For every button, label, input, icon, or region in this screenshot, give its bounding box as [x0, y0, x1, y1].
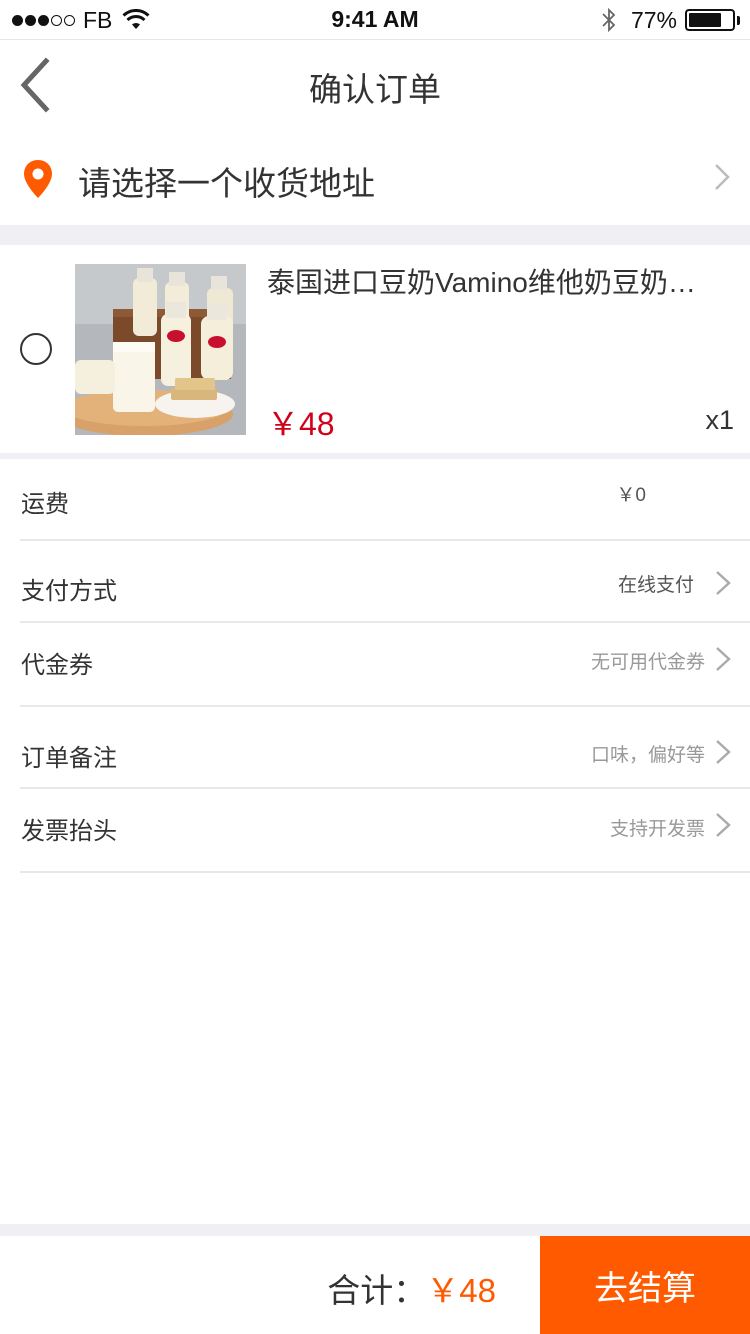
order-remark-row[interactable]: 订单备注 口味，偏好等	[0, 707, 750, 787]
total-label: 合计：	[327, 1272, 427, 1309]
battery-icon	[685, 9, 735, 31]
battery-nub	[737, 15, 740, 25]
battery-fill	[689, 13, 721, 27]
payment-method-row[interactable]: 支付方式 在线支付	[0, 541, 750, 621]
product-price: ￥48	[267, 406, 335, 442]
divider	[20, 871, 750, 873]
chevron-right-icon	[716, 813, 731, 837]
invoice-title-value: 支持开发票	[609, 819, 705, 840]
address-placeholder: 请选择一个收货地址	[78, 165, 375, 202]
location-pin-icon	[24, 160, 52, 198]
order-total: 合计：￥48	[327, 1264, 496, 1312]
chevron-right-icon	[716, 740, 731, 764]
chevron-right-icon	[715, 164, 730, 190]
total-amount: ￥48	[426, 1272, 496, 1309]
page-title: 确认订单	[309, 71, 441, 108]
invoice-title-label: 发票抬头	[21, 818, 117, 845]
coupon-label: 代金券	[21, 652, 93, 679]
address-selector[interactable]: 请选择一个收货地址	[0, 129, 750, 225]
status-right: 77%	[601, 6, 740, 34]
bluetooth-icon	[602, 8, 616, 32]
coupon-value: 无可用代金券	[590, 652, 705, 673]
nav-bar: 确认订单	[0, 41, 750, 129]
payment-method-value: 在线支付	[617, 575, 694, 596]
section-gap	[0, 453, 750, 459]
product-name[interactable]: 泰国进口豆奶Vamino维他奶豆奶…	[267, 261, 727, 301]
product-photo-illustration	[75, 264, 246, 435]
invoice-title-row[interactable]: 发票抬头 支持开发票	[0, 789, 750, 871]
coupon-row[interactable]: 代金券 无可用代金券	[0, 623, 750, 705]
chevron-right-icon	[716, 571, 731, 595]
item-select-radio[interactable]	[20, 333, 52, 365]
payment-method-label: 支付方式	[21, 578, 117, 605]
section-gap	[0, 1224, 750, 1236]
battery-percent: 77%	[630, 6, 677, 33]
checkout-bar: 合计：￥48 去结算	[0, 1236, 750, 1334]
section-gap	[0, 225, 750, 245]
checkout-button[interactable]: 去结算	[540, 1236, 750, 1334]
shipping-label: 运费	[21, 491, 69, 518]
order-item: 泰国进口豆奶Vamino维他奶豆奶… ￥48 x1	[0, 245, 750, 453]
product-image	[75, 264, 246, 435]
shipping-value: ￥0	[616, 485, 646, 506]
order-remark-value: 口味，偏好等	[590, 745, 705, 766]
chevron-right-icon	[716, 647, 731, 671]
order-remark-label: 订单备注	[21, 745, 117, 772]
status-bar: FB 9:41 AM 77%	[0, 0, 750, 40]
product-quantity: x1	[705, 405, 734, 435]
